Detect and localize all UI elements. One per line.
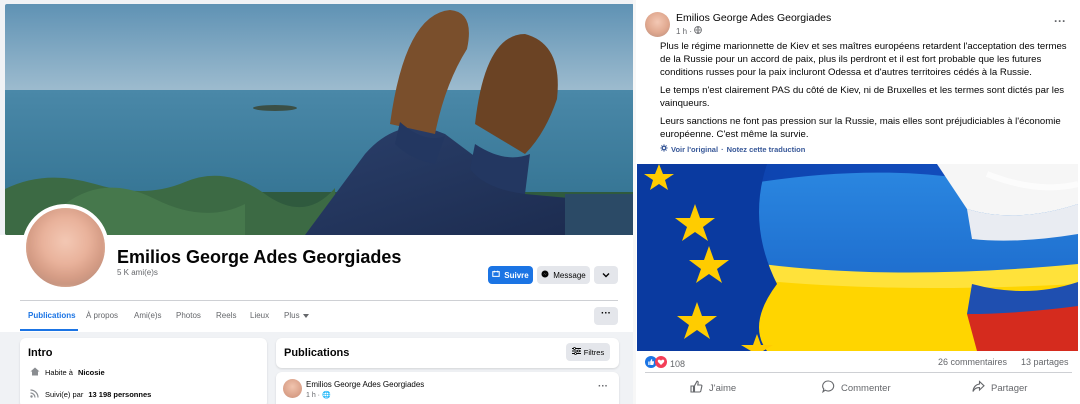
tab-more[interactable]: Plus	[284, 311, 309, 320]
intro-title: Intro	[28, 347, 53, 359]
tab-about[interactable]: À propos	[86, 311, 118, 320]
author-avatar[interactable]	[645, 12, 670, 37]
share-icon	[972, 380, 985, 396]
post-timestamp[interactable]: 1 h · 🌐	[306, 391, 331, 399]
comments-count[interactable]: 26 commentaires	[938, 357, 1007, 367]
comment-button[interactable]: Commenter	[822, 380, 891, 396]
followed-prefix: Suivi(e) par	[45, 390, 84, 399]
post-options-main-button[interactable]: ···	[1054, 14, 1066, 28]
chevron-down-icon	[602, 271, 610, 280]
message-button[interactable]: Message	[537, 266, 590, 284]
post-time-main-label: 1 h ·	[676, 26, 693, 36]
tab-photos[interactable]: Photos	[176, 311, 201, 320]
friends-count[interactable]: 5 K ami(e)s	[117, 268, 158, 277]
lives-prefix: Habite à	[45, 368, 73, 377]
translation-bar: Voir l'original · Notez cette traduction	[660, 144, 805, 154]
home-icon	[30, 367, 40, 378]
reactions-summary[interactable]: 108	[645, 355, 685, 373]
cover-photo[interactable]	[5, 4, 634, 235]
active-tab-indicator	[20, 329, 78, 331]
follow-button[interactable]: Suivre	[488, 266, 533, 284]
post-options-button[interactable]: ···	[598, 381, 608, 392]
followed-count[interactable]: 13 198 personnes	[88, 390, 151, 399]
follow-label: Suivre	[504, 270, 529, 280]
rate-translation-link[interactable]: Notez cette traduction	[727, 145, 806, 154]
post-author-avatar[interactable]	[283, 379, 302, 398]
share-button[interactable]: Partager	[972, 380, 1027, 396]
post-paragraph-1: Plus le régime marionnette de Kiev et se…	[660, 41, 1067, 79]
actions-divider	[645, 372, 1072, 373]
caret-down-icon	[302, 311, 309, 320]
filters-label: Filtres	[583, 347, 605, 357]
globe-icon: 🌐	[321, 392, 331, 399]
like-button[interactable]: J'aime	[690, 380, 736, 396]
tab-places[interactable]: Lieux	[250, 311, 269, 320]
author-name[interactable]: Emilios George Ades Georgiades	[676, 12, 831, 24]
follow-icon	[492, 270, 500, 280]
intro-lives: Habite à Nicosie	[30, 367, 105, 378]
share-label: Partager	[991, 382, 1028, 394]
tab-publications[interactable]: Publications	[28, 311, 76, 320]
messenger-icon	[541, 270, 549, 280]
publications-title: Publications	[284, 347, 350, 359]
more-options-button[interactable]	[594, 266, 618, 284]
shares-count[interactable]: 13 partages	[1021, 357, 1069, 367]
rss-icon	[30, 389, 40, 400]
globe-icon-main	[694, 26, 702, 36]
tab-reels[interactable]: Reels	[216, 311, 236, 320]
tab-more-label: Plus	[284, 311, 300, 320]
comment-icon	[822, 380, 835, 396]
gear-icon	[660, 144, 668, 154]
intro-followers: Suivi(e) par 13 198 personnes	[30, 389, 151, 400]
post-paragraph-2: Le temps n'est clairement PAS du côté de…	[660, 85, 1065, 110]
post-paragraph-3: Leurs sanctions ne font pas pression sur…	[660, 116, 1061, 141]
post-author-name[interactable]: Emilios George Ades Georgiades	[306, 380, 424, 389]
see-original-link[interactable]: Voir l'original	[671, 145, 718, 154]
love-reaction-icon	[655, 355, 667, 373]
reactions-count: 108	[670, 359, 686, 369]
post-time-label: 1 h ·	[306, 392, 321, 399]
message-label: Message	[553, 270, 586, 280]
thumbs-up-icon	[690, 380, 703, 396]
filters-button[interactable]: Filtres	[566, 343, 610, 361]
tabs-more-button[interactable]: ···	[594, 307, 618, 325]
post-timestamp-main[interactable]: 1 h ·	[676, 26, 702, 36]
filters-icon	[571, 347, 581, 357]
tabs-divider	[20, 300, 618, 301]
lives-city[interactable]: Nicosie	[78, 368, 105, 377]
profile-name: Emilios George Ades Georgiades	[117, 247, 402, 267]
profile-avatar[interactable]	[22, 204, 109, 291]
like-label: J'aime	[709, 382, 737, 394]
profile-page: Emilios George Ades Georgiades 5 K ami(e…	[0, 0, 636, 404]
tab-friends[interactable]: Ami(e)s	[134, 311, 162, 320]
post-image-flags[interactable]	[637, 164, 1078, 351]
translation-separator: ·	[721, 144, 724, 154]
comment-label: Commenter	[841, 382, 891, 394]
